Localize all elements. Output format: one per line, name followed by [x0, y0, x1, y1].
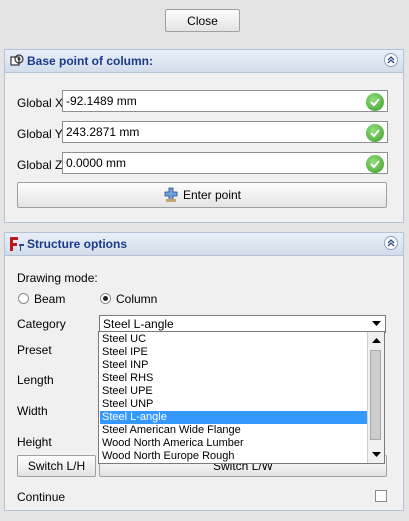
- beam-radio-label[interactable]: Beam: [34, 292, 65, 306]
- base-point-panel: Base point of column: Global X -92.1489 …: [4, 49, 404, 223]
- structure-options-title: Structure options: [27, 237, 128, 251]
- global-z-field[interactable]: 0.0000 mm: [62, 152, 388, 174]
- scroll-down-icon[interactable]: [368, 447, 384, 463]
- column-radio-label[interactable]: Column: [116, 292, 157, 306]
- global-y-field[interactable]: 243.2871 mm: [62, 121, 388, 143]
- close-button[interactable]: Close: [165, 9, 240, 32]
- category-value: Steel L-angle: [103, 317, 174, 331]
- scroll-up-icon[interactable]: [368, 332, 384, 348]
- category-dropdown-list[interactable]: Steel UC Steel IPE Steel INP Steel RHS S…: [98, 331, 385, 464]
- dropdown-item[interactable]: Wood North America Lumber: [100, 437, 367, 450]
- global-x-field[interactable]: -92.1489 mm: [62, 90, 388, 112]
- global-z-value: 0.0000 mm: [66, 156, 127, 170]
- chevron-down-icon[interactable]: [369, 317, 384, 331]
- global-z-label: Global Z: [17, 158, 63, 172]
- dropdown-item[interactable]: Steel IPE: [100, 346, 367, 359]
- dropdown-item[interactable]: Steel UNP: [100, 398, 367, 411]
- enter-point-icon: [163, 187, 179, 203]
- category-label: Category: [17, 317, 66, 331]
- check-icon: [366, 93, 384, 111]
- dropdown-item-selected[interactable]: Steel L-angle: [100, 411, 367, 424]
- base-point-title: Base point of column:: [27, 54, 153, 68]
- collapse-structure-icon[interactable]: [384, 236, 398, 250]
- check-icon: [366, 155, 384, 173]
- global-x-label: Global X: [17, 96, 64, 110]
- check-icon: [366, 124, 384, 142]
- dropdown-item[interactable]: Steel UPE: [100, 385, 367, 398]
- collapse-base-point-icon[interactable]: [384, 53, 398, 67]
- width-label: Width: [17, 404, 48, 418]
- preset-label: Preset: [17, 343, 52, 357]
- dropdown-item[interactable]: Steel RHS: [100, 372, 367, 385]
- drawing-mode-label: Drawing mode:: [17, 271, 98, 285]
- dropdown-scrollbar[interactable]: [367, 332, 384, 463]
- global-x-value: -92.1489 mm: [66, 94, 137, 108]
- base-point-header[interactable]: Base point of column:: [5, 50, 403, 73]
- enter-point-button[interactable]: Enter point: [17, 182, 387, 208]
- continue-checkbox[interactable]: [375, 490, 387, 502]
- global-y-value: 243.2871 mm: [66, 125, 140, 139]
- continue-label: Continue: [17, 490, 66, 504]
- height-label: Height: [17, 435, 52, 449]
- dropdown-item[interactable]: Steel American Wide Flange: [100, 424, 367, 437]
- length-label: Length: [17, 373, 54, 387]
- dropdown-item[interactable]: Steel UC: [100, 333, 367, 346]
- column-radio[interactable]: [100, 293, 111, 304]
- beam-radio[interactable]: [18, 293, 29, 304]
- structure-icon: [8, 235, 26, 253]
- base-point-icon: [9, 53, 25, 69]
- dropdown-item[interactable]: Wood North Europe Rough: [100, 450, 367, 463]
- dropdown-item[interactable]: Steel INP: [100, 359, 367, 372]
- enter-point-label: Enter point: [182, 188, 242, 202]
- global-y-label: Global Y: [17, 127, 63, 141]
- scrollbar-thumb[interactable]: [370, 350, 381, 440]
- switch-lh-button[interactable]: Switch L/H: [17, 455, 96, 477]
- structure-options-header[interactable]: Structure options: [5, 233, 403, 256]
